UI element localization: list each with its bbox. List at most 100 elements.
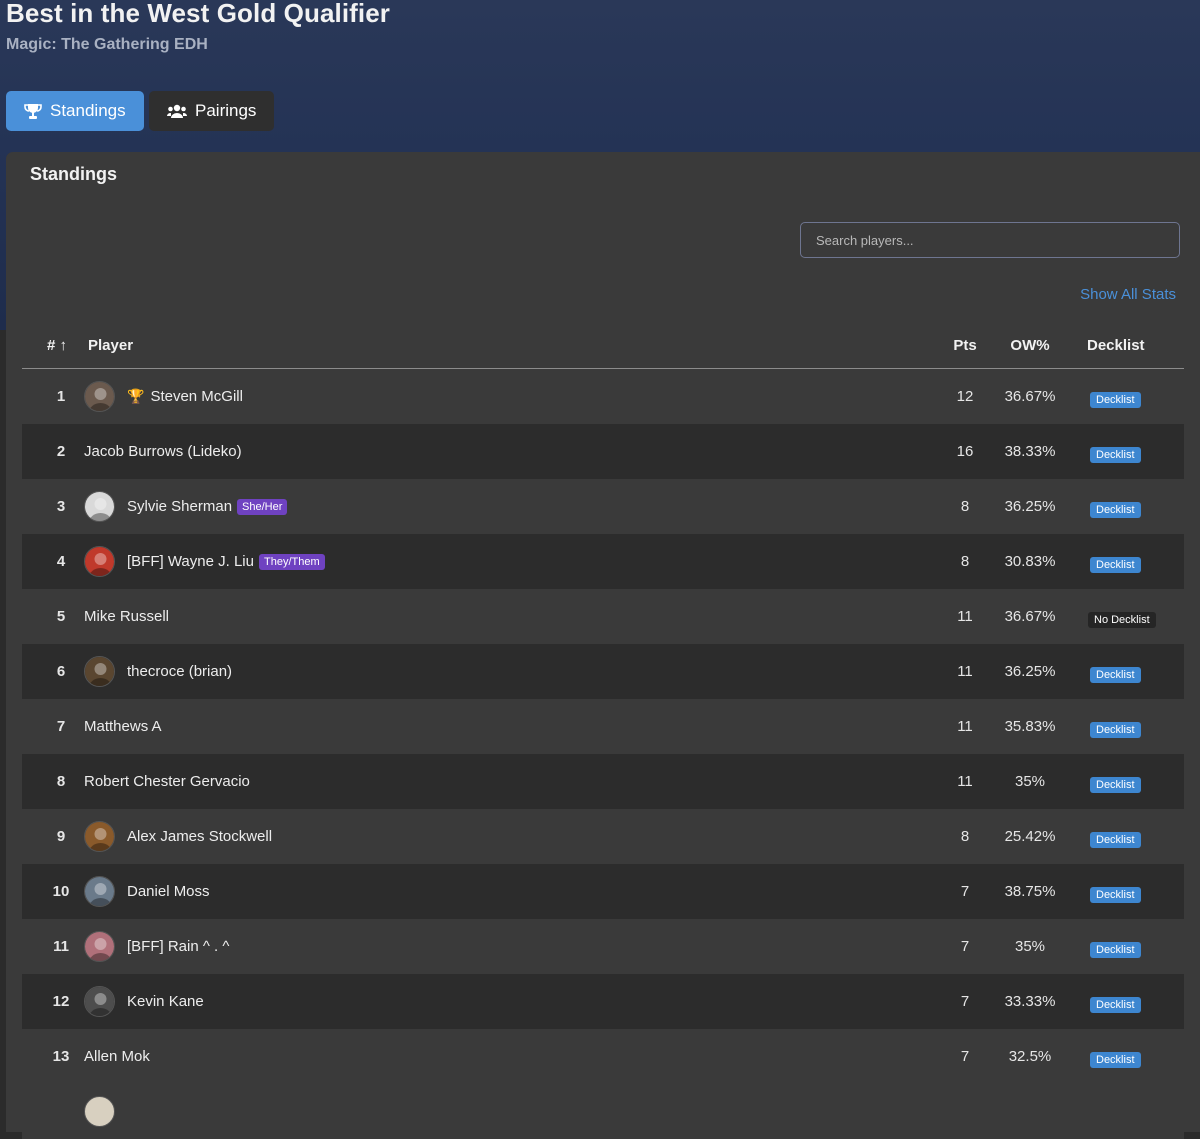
ow-percent-cell: 36.25% bbox=[1004, 498, 1056, 515]
pronoun-badge: She/Her bbox=[237, 498, 288, 515]
ow-column-header[interactable]: OW% bbox=[994, 337, 1066, 354]
standings-card: Standings Show All Stats # ↑ Player Pts … bbox=[6, 152, 1200, 1139]
player-name: Robert Chester Gervacio bbox=[84, 773, 250, 790]
ow-percent-cell: 36.25% bbox=[1004, 663, 1056, 680]
player-name: Mike Russell bbox=[84, 608, 170, 625]
player-name: Kevin Kane bbox=[127, 993, 204, 1010]
decklist-cell: Decklist bbox=[1088, 500, 1141, 518]
table-row: 10 Daniel Moss 7 38.75% Decklist bbox=[22, 864, 1184, 919]
decklist-badge[interactable]: Decklist bbox=[1090, 502, 1141, 518]
table-row: 7 Matthews A 11 35.83% Decklist bbox=[22, 699, 1184, 754]
decklist-column-header: Decklist bbox=[1087, 337, 1145, 354]
player-name-cell[interactable]: Kevin Kane bbox=[127, 993, 204, 1010]
table-row: 12 Kevin Kane 7 33.33% Decklist bbox=[22, 974, 1184, 1029]
points-cell: 7 bbox=[960, 1048, 970, 1065]
player-name-cell[interactable]: Robert Chester Gervacio bbox=[84, 773, 250, 790]
player-name-cell[interactable]: Mike Russell bbox=[84, 608, 169, 625]
rank-cell: 10 bbox=[52, 883, 70, 900]
player-name-cell[interactable]: 🏆 Steven McGill bbox=[127, 388, 243, 405]
ow-percent-cell: 38.75% bbox=[1004, 883, 1056, 900]
search-input[interactable] bbox=[800, 222, 1180, 258]
users-icon bbox=[167, 104, 187, 118]
decklist-badge[interactable]: Decklist bbox=[1090, 667, 1141, 683]
rank-cell: 13 bbox=[52, 1048, 70, 1065]
decklist-badge[interactable]: Decklist bbox=[1090, 887, 1141, 903]
player-name-cell[interactable]: Allen Mok bbox=[84, 1048, 150, 1065]
table-row: 13 Allen Mok 7 32.5% Decklist bbox=[22, 1029, 1184, 1084]
points-cell: 7 bbox=[960, 883, 970, 900]
player-name-cell[interactable]: Sylvie Sherman She/Her bbox=[127, 498, 288, 515]
player-name: Daniel Moss bbox=[127, 883, 210, 900]
pronoun-badge: They/Them bbox=[258, 553, 325, 570]
decklist-cell: Decklist bbox=[1088, 665, 1141, 683]
avatar bbox=[84, 1096, 115, 1127]
decklist-badge[interactable]: Decklist bbox=[1090, 777, 1141, 793]
rank-cell: 7 bbox=[56, 718, 66, 735]
rank-cell: 12 bbox=[52, 993, 70, 1010]
decklist-cell: No Decklist bbox=[1088, 610, 1156, 628]
player-column-header[interactable]: Player bbox=[88, 337, 133, 354]
decklist-cell: Decklist bbox=[1088, 445, 1141, 463]
trophy-icon bbox=[24, 103, 42, 119]
player-name-cell[interactable]: Alex James Stockwell bbox=[127, 828, 272, 845]
standings-table: # ↑ Player Pts OW% Decklist 1 🏆 Steven McG… bbox=[22, 325, 1184, 1139]
ow-percent-cell: 35% bbox=[1014, 938, 1046, 955]
avatar bbox=[84, 931, 115, 962]
decklist-badge[interactable]: Decklist bbox=[1090, 722, 1141, 738]
trophy-icon: 🏆 bbox=[127, 388, 145, 404]
table-row: 9 Alex James Stockwell 8 25.42% Decklist bbox=[22, 809, 1184, 864]
decklist-badge[interactable]: Decklist bbox=[1090, 942, 1141, 958]
avatar bbox=[84, 381, 115, 412]
points-cell: 11 bbox=[957, 718, 973, 735]
player-name: Steven McGill bbox=[150, 388, 243, 405]
avatar bbox=[84, 546, 115, 577]
player-name: Jacob Burrows (Lideko) bbox=[84, 443, 242, 460]
ow-percent-cell: 32.5% bbox=[1008, 1048, 1052, 1065]
points-cell: 8 bbox=[960, 498, 970, 515]
points-cell: 12 bbox=[956, 388, 974, 405]
decklist-badge[interactable]: Decklist bbox=[1090, 832, 1141, 848]
pts-column-header[interactable]: Pts bbox=[947, 337, 983, 354]
avatar bbox=[84, 656, 115, 687]
player-name: [BFF] Wayne J. Liu bbox=[127, 553, 254, 570]
rank-cell: 1 bbox=[56, 388, 66, 405]
ow-percent-cell: 36.67% bbox=[1004, 388, 1056, 405]
player-name: Allen Mok bbox=[84, 1048, 150, 1065]
decklist-cell: Decklist bbox=[1088, 830, 1141, 848]
show-all-stats-link[interactable]: Show All Stats bbox=[1080, 286, 1176, 303]
rank-cell: 11 bbox=[53, 938, 69, 955]
player-name-cell[interactable]: Matthews A bbox=[84, 718, 162, 735]
table-row: 1 🏆 Steven McGill 12 36.67% Decklist bbox=[22, 369, 1184, 424]
player-name-cell[interactable]: Jacob Burrows (Lideko) bbox=[84, 443, 242, 460]
rank-column-header[interactable]: # ↑ bbox=[32, 337, 82, 354]
points-cell: 11 bbox=[957, 773, 973, 790]
player-name-cell[interactable]: Daniel Moss bbox=[127, 883, 210, 900]
decklist-cell: Decklist bbox=[1088, 885, 1141, 903]
table-row: 2 Jacob Burrows (Lideko) 16 38.33% Decklist bbox=[22, 424, 1184, 479]
points-cell: 7 bbox=[960, 993, 970, 1010]
decklist-badge[interactable]: Decklist bbox=[1090, 557, 1141, 573]
rank-cell: 6 bbox=[56, 663, 66, 680]
rank-cell: 5 bbox=[56, 608, 66, 625]
decklist-badge[interactable]: Decklist bbox=[1090, 447, 1141, 463]
player-name-cell[interactable]: [BFF] Rain ^ . ^ bbox=[127, 938, 229, 955]
player-name-cell[interactable]: [BFF] Wayne J. Liu They/Them bbox=[127, 553, 325, 570]
rank-cell: 9 bbox=[56, 828, 66, 845]
rank-cell: 4 bbox=[56, 553, 66, 570]
table-row: 11 [BFF] Rain ^ . ^ 7 35% Decklist bbox=[22, 919, 1184, 974]
tab-pairings[interactable]: Pairings bbox=[149, 91, 274, 131]
tab-pairings-label: Pairings bbox=[195, 101, 257, 120]
decklist-badge[interactable]: Decklist bbox=[1090, 997, 1141, 1013]
decklist-badge[interactable]: Decklist bbox=[1090, 392, 1141, 408]
decklist-cell: Decklist bbox=[1088, 940, 1141, 958]
decklist-cell: Decklist bbox=[1088, 390, 1141, 408]
rank-cell: 8 bbox=[56, 773, 66, 790]
points-cell: 11 bbox=[957, 663, 973, 680]
table-header: # ↑ Player Pts OW% Decklist bbox=[22, 325, 1184, 369]
player-name-cell[interactable]: thecroce (brian) bbox=[127, 663, 232, 680]
player-name: thecroce (brian) bbox=[127, 663, 233, 680]
decklist-badge[interactable]: Decklist bbox=[1090, 1052, 1141, 1068]
ow-percent-cell: 38.33% bbox=[1004, 443, 1056, 460]
tab-standings[interactable]: Standings bbox=[6, 91, 144, 131]
points-cell: 8 bbox=[960, 828, 970, 845]
